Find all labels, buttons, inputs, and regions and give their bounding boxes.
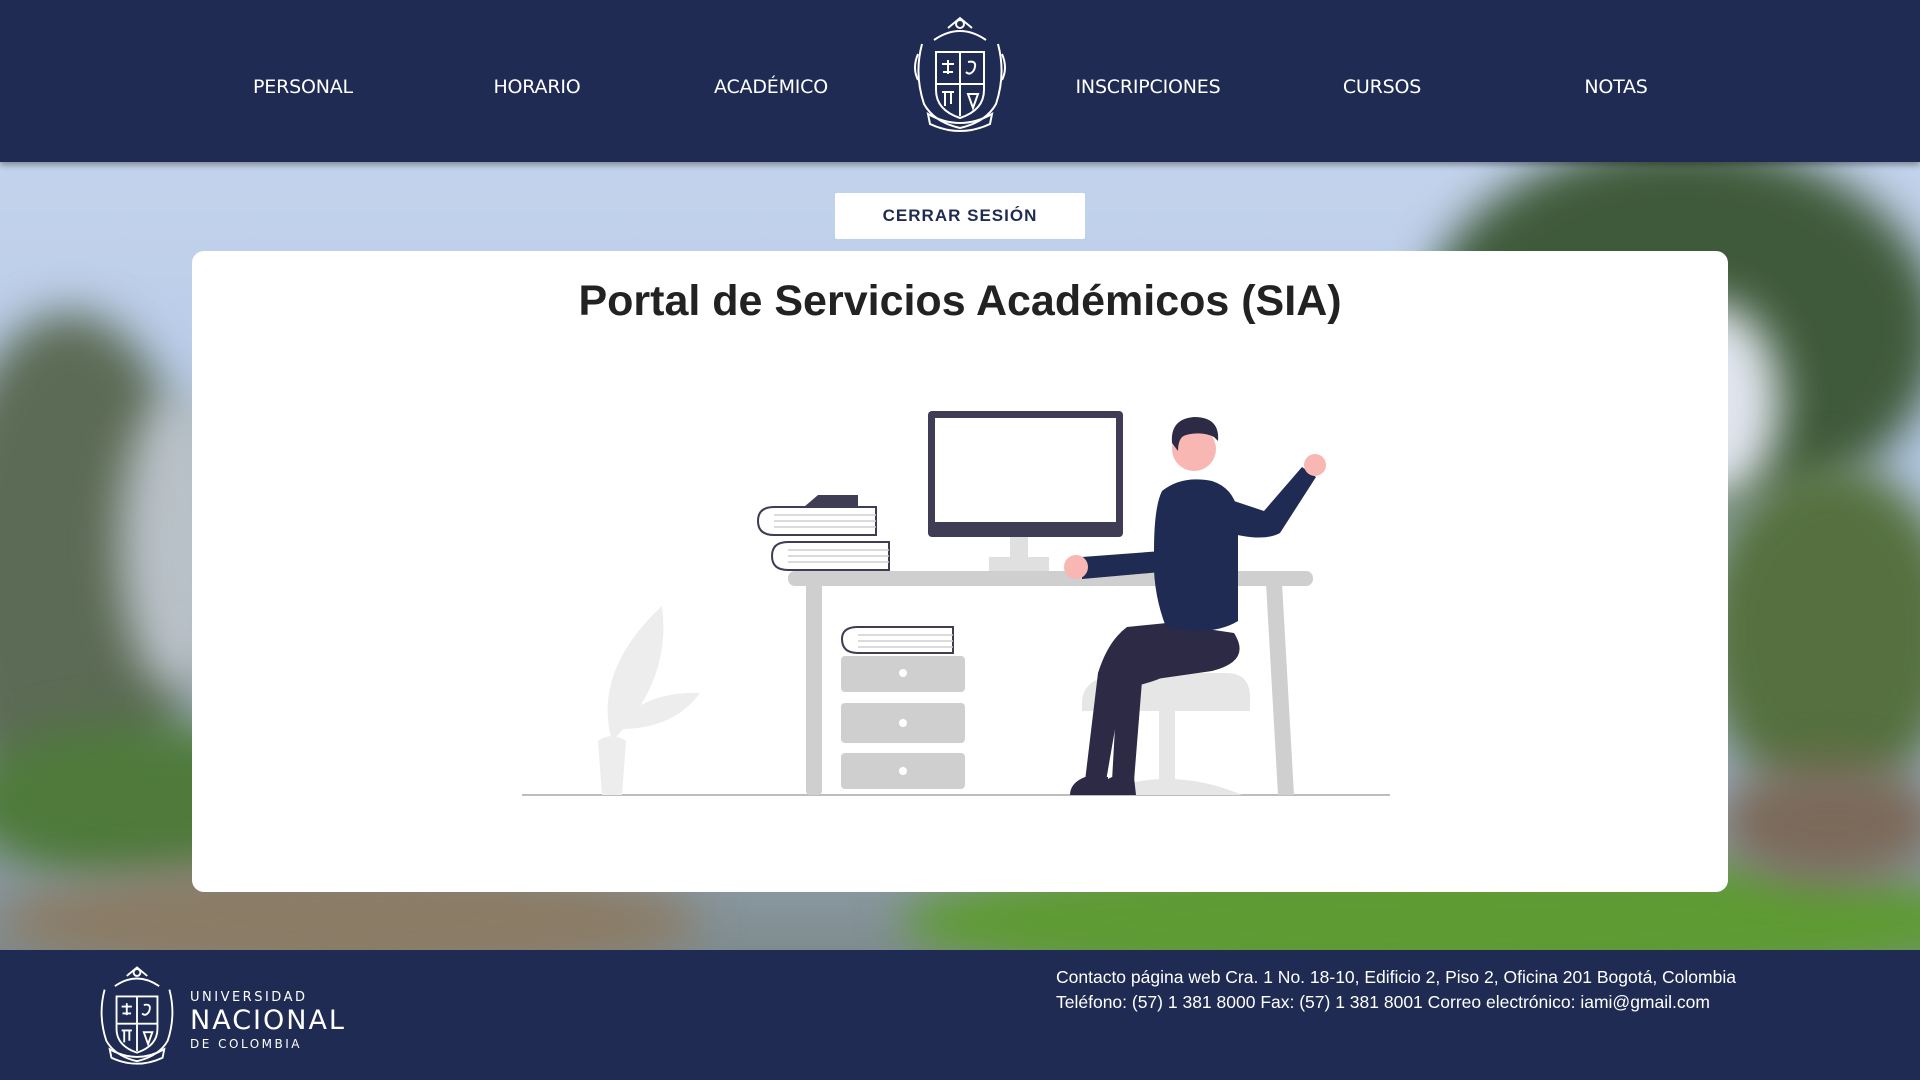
nav-academico[interactable]: ACADÉMICO xyxy=(671,76,871,98)
university-wordmark: UNIVERSIDAD NACIONAL DE COLOMBIA xyxy=(190,990,346,1051)
nav-cursos[interactable]: CURSOS xyxy=(1282,76,1482,98)
contact-address: Contacto página web Cra. 1 No. 18-10, Ed… xyxy=(1056,967,1736,987)
contact-phone: Teléfono: (57) 1 381 8000 Fax: (57) 1 38… xyxy=(1056,992,1710,1012)
page-title: Portal de Servicios Académicos (SIA) xyxy=(578,277,1342,325)
person-at-desk-illustration xyxy=(522,411,1392,801)
brand-line-2: NACIONAL xyxy=(190,1005,346,1036)
nav-personal[interactable]: PERSONAL xyxy=(203,76,403,98)
university-crest-icon[interactable] xyxy=(912,14,1008,136)
brand-line-3: DE COLOMBIA xyxy=(190,1037,302,1051)
university-crest-icon xyxy=(96,964,178,1068)
nav-horario[interactable]: HORARIO xyxy=(437,76,637,98)
footer: UNIVERSIDAD NACIONAL DE COLOMBIA Contact… xyxy=(0,950,1920,1080)
nav-notas[interactable]: NOTAS xyxy=(1516,76,1716,98)
contact-info: Contacto página web Cra. 1 No. 18-10, Ed… xyxy=(1056,965,1736,1015)
logout-button[interactable]: CERRAR SESIÓN xyxy=(835,193,1085,239)
nav-inscripciones[interactable]: INSCRIPCIONES xyxy=(1048,76,1248,98)
top-navigation: PERSONAL HORARIO ACADÉMICO INSCRIPCIONES… xyxy=(0,0,1920,162)
main-card: Portal de Servicios Académicos (SIA) xyxy=(192,251,1728,892)
brand-line-1: UNIVERSIDAD xyxy=(190,990,308,1005)
